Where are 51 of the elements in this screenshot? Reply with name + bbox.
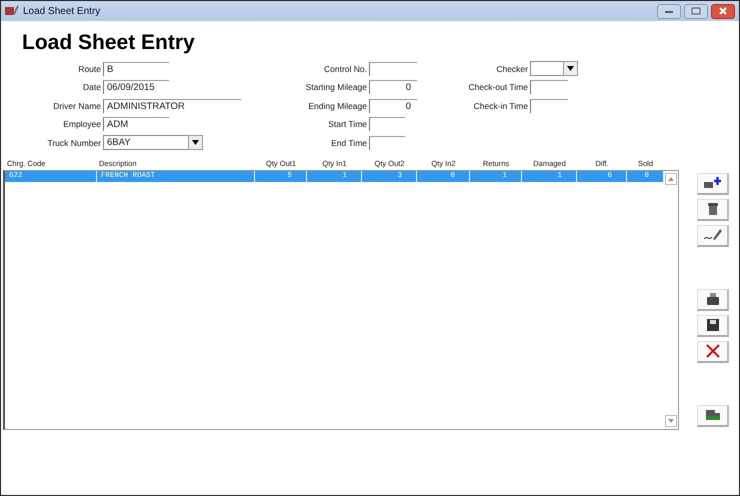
scroll-up-button[interactable] <box>665 172 677 184</box>
down-arrow-icon <box>668 418 674 422</box>
field-label: Start Time <box>327 119 368 130</box>
form-heading: Load Sheet Entry <box>22 31 196 55</box>
close-button[interactable] <box>711 4 735 18</box>
close-icon <box>718 6 728 16</box>
field-label: Check-out Time <box>467 82 529 92</box>
pen-icon <box>704 228 722 242</box>
input-field[interactable]: 0 <box>369 98 417 113</box>
field-label: Employee <box>62 119 102 130</box>
field-label: Truck Number <box>46 138 102 148</box>
print-button[interactable] <box>697 288 729 310</box>
window-title: Load Sheet Entry <box>23 6 102 16</box>
app-icon <box>5 5 19 17</box>
dropdown-arrow-icon <box>567 66 574 72</box>
save-icon <box>706 319 718 331</box>
field-label: Control No. <box>323 64 368 74</box>
field-label: Checker <box>495 64 529 74</box>
add-button[interactable] <box>697 172 729 194</box>
input-field[interactable]: 06/09/2015 <box>103 80 169 94</box>
maximize-icon <box>691 7 701 15</box>
field-label: Driver Name <box>52 100 102 111</box>
truck-button[interactable] <box>697 404 729 426</box>
sign-button[interactable] <box>697 224 729 246</box>
add-icon <box>704 177 722 189</box>
field-label: Ending Mileage <box>307 100 368 111</box>
up-arrow-icon <box>668 176 674 180</box>
field-label: Date <box>82 82 102 92</box>
field-label: Route <box>77 64 102 74</box>
input-field[interactable]: ADM <box>103 117 169 132</box>
printer-icon <box>706 293 718 305</box>
field-label: Check-in Time <box>472 100 529 111</box>
checker-dropdown[interactable] <box>530 61 578 76</box>
input-field[interactable]: 0 <box>369 80 417 94</box>
input-field[interactable]: ADMINISTRATOR <box>103 98 241 113</box>
minimize-icon <box>664 8 674 14</box>
scroll-down-button[interactable] <box>665 414 677 426</box>
truck-icon <box>706 410 720 420</box>
minimize-button[interactable] <box>657 4 681 18</box>
trash-icon <box>706 203 718 215</box>
dropdown-arrow-icon <box>192 140 199 146</box>
input-field[interactable]: B <box>103 62 169 76</box>
field-label: End Time <box>330 138 368 148</box>
delete-button[interactable] <box>697 198 729 220</box>
close-icon <box>706 344 720 358</box>
cancel-button[interactable] <box>697 340 729 362</box>
scrollbar[interactable] <box>664 170 678 428</box>
truck-number-dropdown[interactable]: 6BAY <box>103 135 203 150</box>
field-label: Starting Mileage <box>304 82 368 92</box>
save-button[interactable] <box>697 314 729 336</box>
maximize-button[interactable] <box>684 4 708 18</box>
